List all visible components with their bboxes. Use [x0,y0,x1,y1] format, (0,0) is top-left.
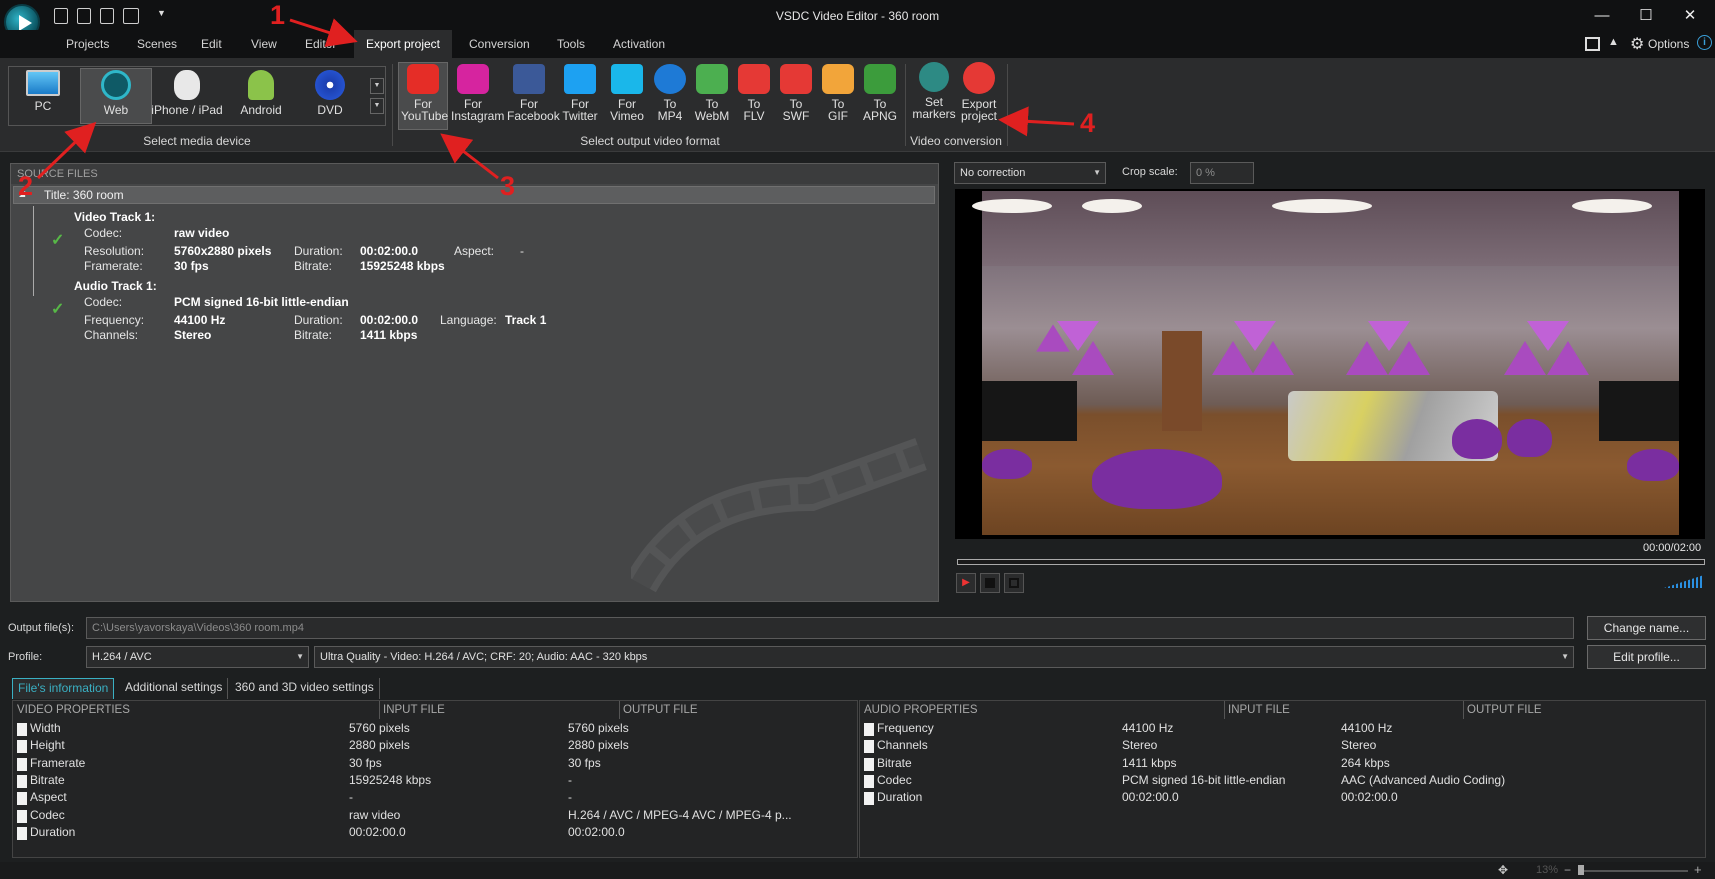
annotation-4: 4 [1080,108,1096,138]
annotation-2: 2 [18,171,34,201]
annotation-1: 1 [270,0,286,30]
annotation-3: 3 [500,171,516,201]
annotation-arrows [36,18,1075,180]
